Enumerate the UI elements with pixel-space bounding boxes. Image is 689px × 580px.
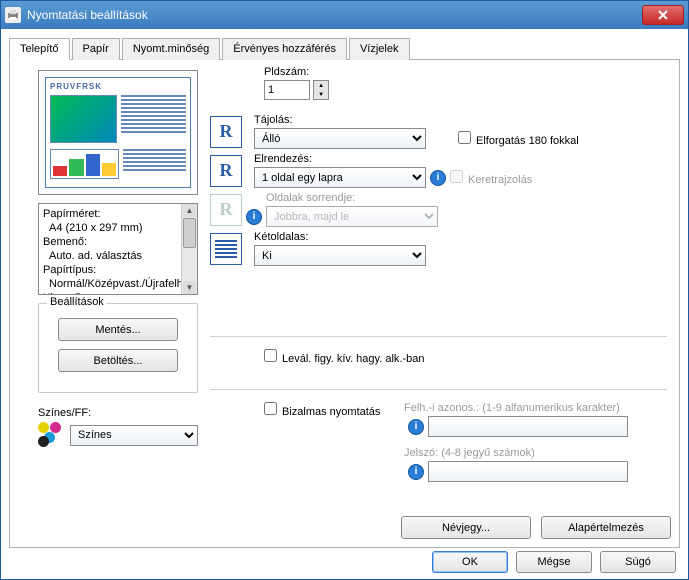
order-info-icon[interactable]: i	[246, 209, 262, 225]
confidential-label: Bizalmas nyomtatás	[282, 406, 380, 418]
copies-label: Pldszám:	[264, 66, 667, 78]
orientation-select[interactable]: Álló	[254, 128, 426, 149]
panel-buttons: Névjegy... Alapértelmezés	[401, 516, 671, 539]
tab-quality[interactable]: Nyomt.minőség	[122, 38, 220, 60]
order-select: Jobbra, majd le	[266, 206, 438, 227]
password-label: Jelszó: (4-8 jegyű számok)	[404, 447, 628, 459]
password-input	[428, 461, 628, 482]
color-section: Színes/FF: Színes	[38, 407, 208, 448]
tab-panel: PRUVFRSK Papírméret: A4 (210 x 297 mm)	[9, 60, 680, 548]
defaults-button[interactable]: Alapértelmezés	[541, 516, 671, 539]
summary-scrollbar[interactable]: ▲ ▼	[181, 204, 197, 294]
layout-info-icon[interactable]: i	[430, 170, 446, 186]
layout-label: Elrendezés:	[254, 153, 450, 165]
paper-type-value: Normál/Középvast./Újrafelh	[49, 278, 183, 290]
dialog-content: Telepítő Papír Nyomt.minőség Érvényes ho…	[1, 29, 688, 579]
print-settings-dialog: Nyomtatási beállítások Telepítő Papír Ny…	[0, 0, 689, 580]
color-icon	[38, 422, 66, 448]
userid-input	[428, 416, 628, 437]
orientation-icon: R	[210, 116, 242, 148]
about-button[interactable]: Névjegy...	[401, 516, 531, 539]
copies-spinner[interactable]: ▲▼	[313, 80, 329, 100]
save-button[interactable]: Mentés...	[58, 318, 178, 341]
tab-watermark[interactable]: Vízjelek	[349, 38, 410, 60]
order-label: Oldalak sorrendje:	[266, 192, 450, 204]
duplex-select[interactable]: Ki	[254, 245, 426, 266]
password-info-icon[interactable]: i	[408, 464, 424, 480]
paper-type-label: Papírtípus:	[43, 264, 96, 276]
scroll-up-arrow[interactable]: ▲	[183, 204, 196, 217]
border-checkbox	[450, 170, 463, 183]
copies-up[interactable]: ▲	[314, 81, 328, 90]
color-label: Színes/FF:	[38, 407, 208, 419]
settings-legend: Beállítások	[47, 296, 107, 308]
duplex-icon	[210, 233, 242, 265]
layout-icon: R	[210, 155, 242, 187]
window-title: Nyomtatási beállítások	[27, 8, 642, 22]
tab-install[interactable]: Telepítő	[9, 38, 70, 60]
ignore-app-checkbox[interactable]	[264, 349, 277, 362]
rotate-label: Elforgatás 180 fokkal	[476, 135, 579, 147]
settings-group: Beállítások Mentés... Betöltés...	[38, 303, 198, 393]
page-preview: PRUVFRSK	[38, 70, 198, 195]
rotate-checkbox[interactable]	[458, 131, 471, 144]
color-select[interactable]: Színes	[70, 425, 198, 446]
duplex-label: Kétoldalas:	[254, 231, 438, 243]
load-button[interactable]: Betöltés...	[58, 349, 178, 372]
output-tray-label: Kimenő:	[43, 292, 83, 295]
ok-button[interactable]: OK	[432, 551, 508, 573]
confidential-checkbox[interactable]	[264, 402, 277, 415]
tab-paper[interactable]: Papír	[72, 38, 120, 60]
layout-select[interactable]: 1 oldal egy lapra	[254, 167, 426, 188]
tab-access[interactable]: Érvényes hozzáférés	[222, 38, 347, 60]
paper-size-value: A4 (210 x 297 mm)	[49, 222, 143, 234]
cancel-button[interactable]: Mégse	[516, 551, 592, 573]
help-button[interactable]: Súgó	[600, 551, 676, 573]
scroll-thumb[interactable]	[183, 218, 196, 248]
userid-info-icon[interactable]: i	[408, 419, 424, 435]
ignore-app-label: Levál. figy. kív. hagy. alk.-ban	[282, 353, 424, 365]
copies-down[interactable]: ▼	[314, 90, 328, 99]
scroll-down-arrow[interactable]: ▼	[183, 281, 196, 294]
close-button[interactable]	[642, 5, 684, 25]
order-icon: R	[210, 194, 242, 226]
right-column: Pldszám: ▲▼ R Tájolás: Álló Elforgatás 1…	[210, 66, 667, 270]
printer-icon	[5, 7, 21, 23]
userid-label: Felh.-i azonos.: (1-9 alfanumerikus kara…	[404, 402, 628, 414]
paper-size-label: Papírméret:	[43, 208, 100, 220]
input-tray-value: Auto. ad. választás	[49, 250, 142, 262]
settings-summary: Papírméret: A4 (210 x 297 mm) Bemenő: Au…	[38, 203, 198, 295]
titlebar: Nyomtatási beállítások	[1, 1, 688, 29]
tab-bar: Telepítő Papír Nyomt.minőség Érvényes ho…	[9, 37, 680, 60]
orientation-label: Tájolás:	[254, 114, 438, 126]
left-column: PRUVFRSK Papírméret: A4 (210 x 297 mm)	[28, 70, 228, 448]
input-tray-label: Bemenő:	[43, 236, 87, 248]
border-label: Keretrajzolás	[468, 174, 532, 186]
copies-input[interactable]	[264, 80, 310, 100]
dialog-buttons: OK Mégse Súgó	[432, 551, 676, 573]
